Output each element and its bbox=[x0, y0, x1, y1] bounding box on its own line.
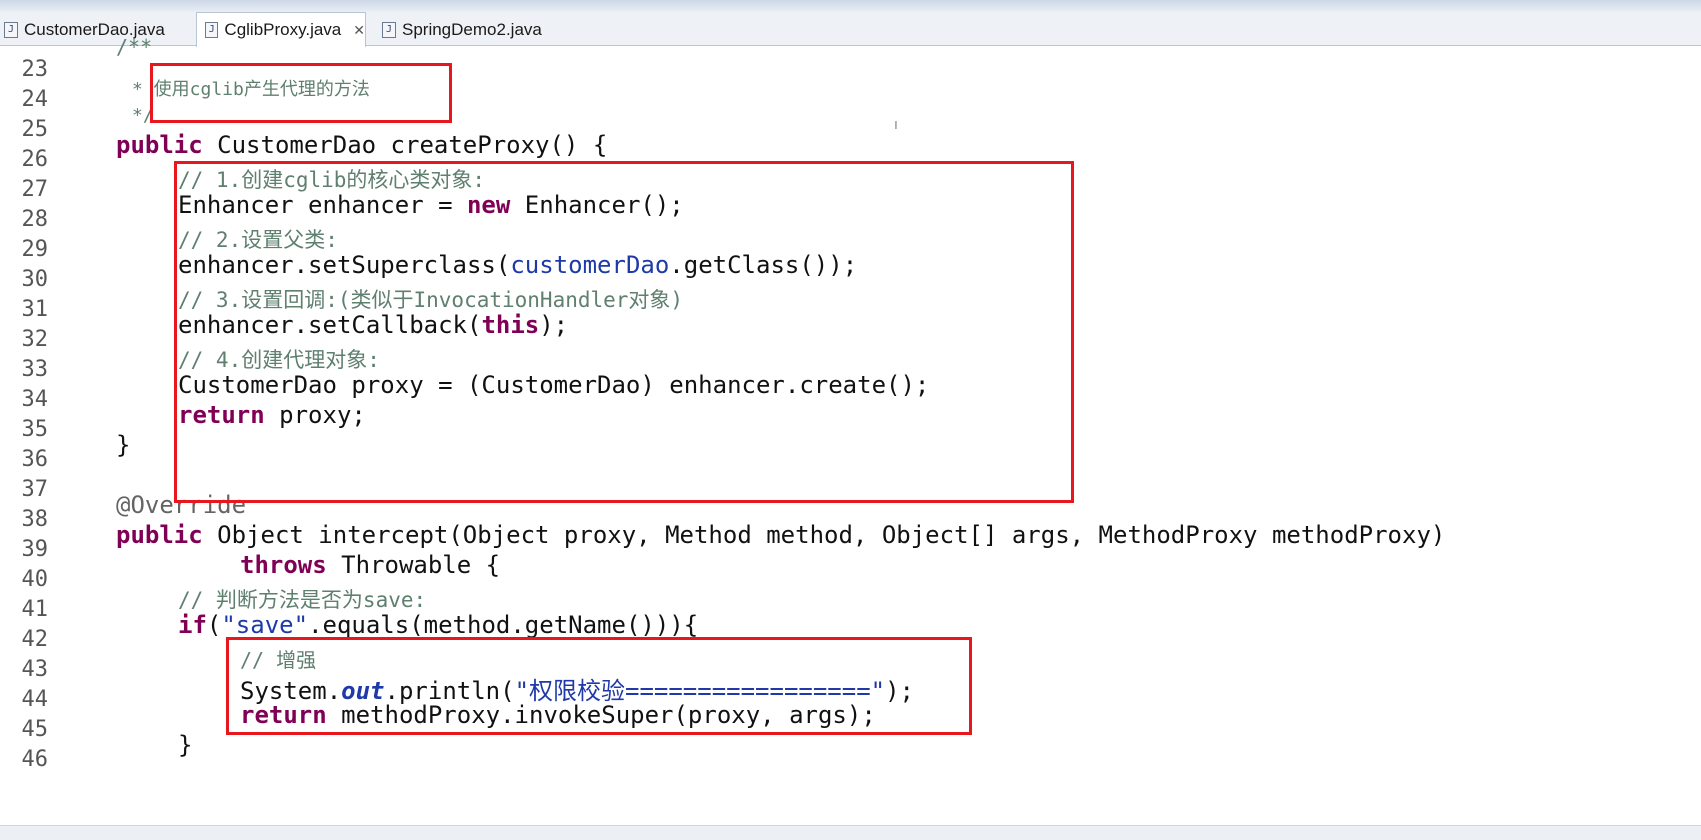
highlight-box-javadoc bbox=[150, 63, 452, 123]
line-number: 37 bbox=[21, 477, 49, 502]
line-number: 27 bbox=[21, 177, 49, 202]
line-number: 23 bbox=[21, 57, 49, 82]
line-number: 29 bbox=[21, 237, 49, 262]
line-number: 28 bbox=[21, 207, 49, 232]
code-editor[interactable]: 23 24 25 26 27 28 29 30 31 32 33 34 35 3… bbox=[0, 35, 1701, 825]
tab-bar-header-strip bbox=[0, 0, 1701, 12]
highlight-box-enhance-block bbox=[226, 637, 972, 735]
code-line-22: /** bbox=[116, 35, 153, 59]
java-file-icon: J bbox=[205, 22, 219, 38]
code-line-45: } bbox=[178, 731, 193, 759]
code-line-40: // 判断方法是否为save: bbox=[178, 588, 427, 612]
line-number: 32 bbox=[21, 327, 49, 352]
code-line-38: public Object intercept(Object proxy, Me… bbox=[116, 521, 1446, 549]
line-number: 46 bbox=[21, 747, 49, 772]
mouse-cursor-mark: ı bbox=[894, 117, 898, 133]
line-number: 42 bbox=[21, 627, 49, 652]
line-number: 40 bbox=[21, 567, 49, 592]
java-file-icon: J bbox=[4, 21, 18, 38]
tab-label: CglibProxy.java bbox=[224, 20, 342, 39]
code-line-39: throws Throwable { bbox=[240, 551, 501, 579]
code-line-41: if("save".equals(method.getName())){ bbox=[178, 611, 699, 639]
line-number: 36 bbox=[21, 447, 49, 472]
line-number: 44 bbox=[21, 687, 49, 712]
line-number: 45 bbox=[21, 717, 49, 742]
code-line-35: } bbox=[116, 431, 131, 459]
horizontal-scrollbar[interactable] bbox=[0, 825, 1701, 840]
line-number: 41 bbox=[21, 597, 49, 622]
line-number: 26 bbox=[21, 147, 49, 172]
line-number: 33 bbox=[21, 357, 49, 382]
editor-tab-bar: J CustomerDao.java J CglibProxy.java ✕ J… bbox=[0, 0, 1701, 47]
line-number: 34 bbox=[21, 387, 49, 412]
line-number: 35 bbox=[21, 417, 49, 442]
line-number: 43 bbox=[21, 657, 49, 682]
tab-springdemo2[interactable]: J SpringDemo2.java bbox=[374, 13, 574, 46]
line-number: 38 bbox=[21, 507, 49, 532]
line-number: 31 bbox=[21, 297, 49, 322]
java-file-icon: J bbox=[382, 21, 396, 38]
tab-cglibproxy[interactable]: J CglibProxy.java ✕ bbox=[196, 12, 366, 47]
tab-customerdao[interactable]: J CustomerDao.java bbox=[0, 13, 188, 46]
close-icon[interactable]: ✕ bbox=[353, 22, 365, 39]
highlight-box-createproxy-body bbox=[174, 161, 1074, 503]
line-number: 24 bbox=[21, 87, 49, 112]
line-number: 30 bbox=[21, 267, 49, 292]
line-number: 39 bbox=[21, 537, 49, 562]
code-line-25: public CustomerDao createProxy() { bbox=[116, 131, 608, 159]
line-number: 25 bbox=[21, 117, 49, 142]
tab-label: SpringDemo2.java bbox=[402, 19, 542, 39]
